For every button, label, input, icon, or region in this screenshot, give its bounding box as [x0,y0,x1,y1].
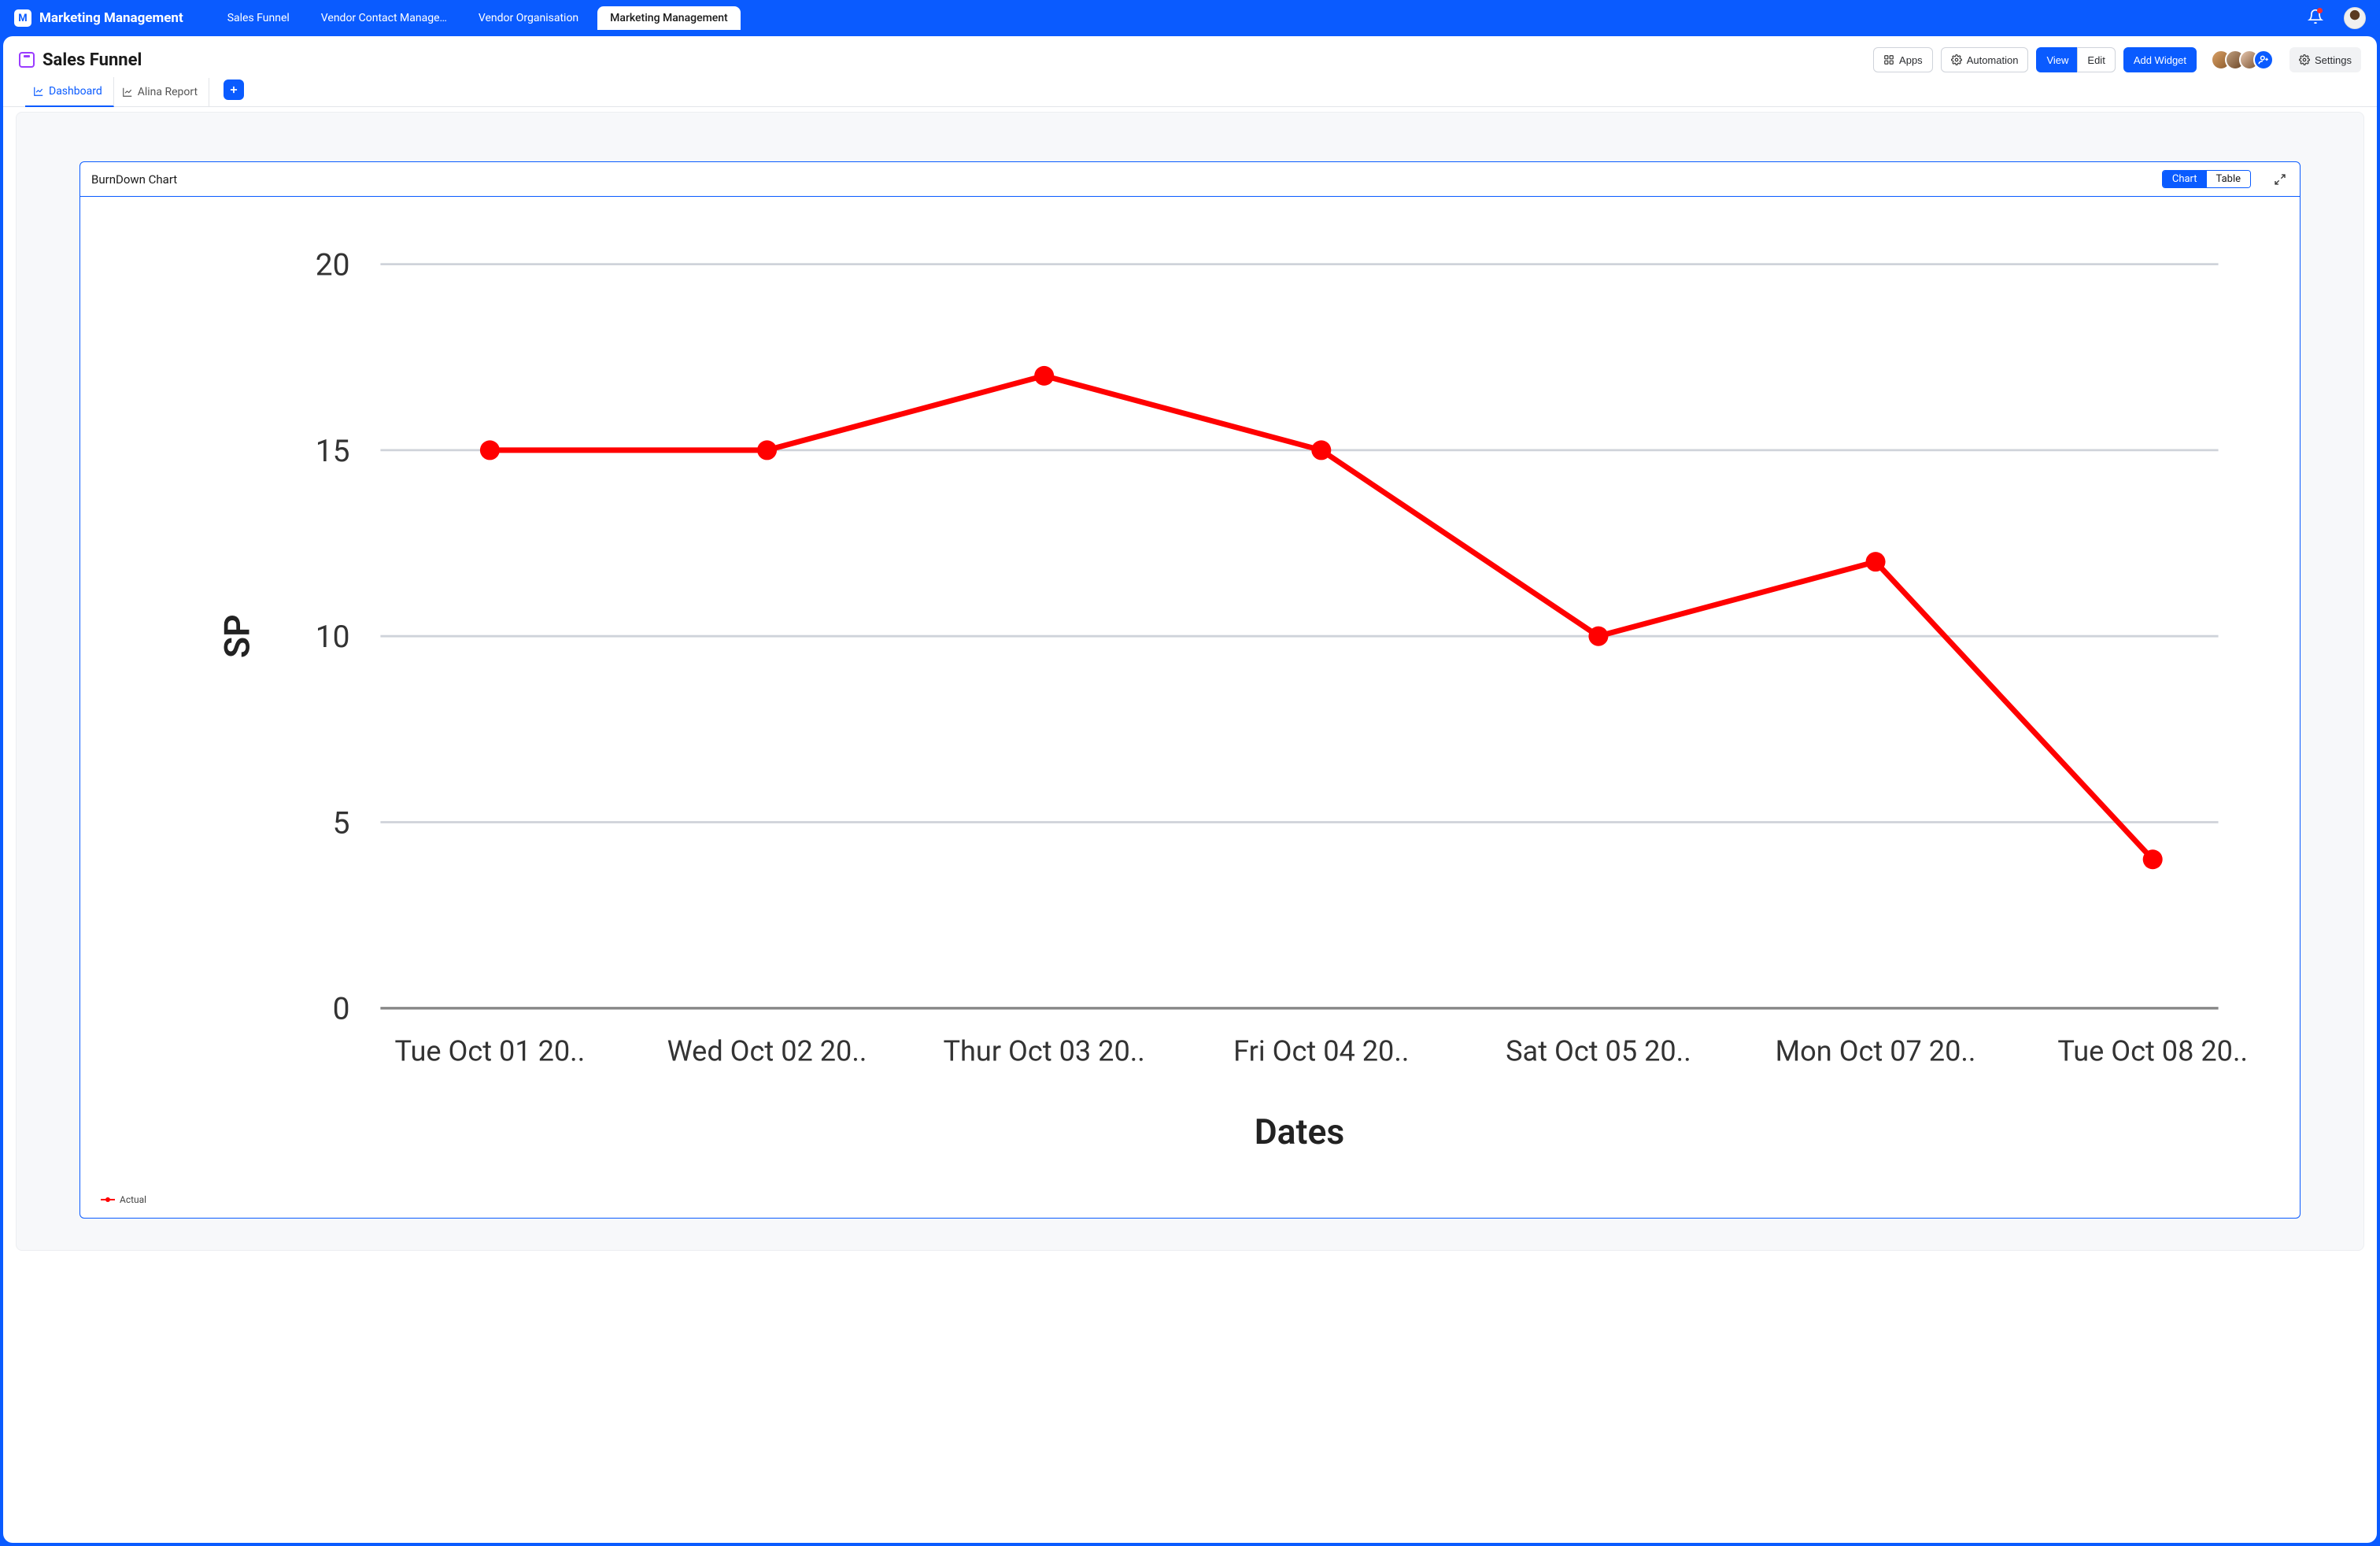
card-title: BurnDown Chart [91,172,177,187]
view-edit-toggle: View Edit [2036,47,2115,72]
svg-text:Mon Oct 07 20..: Mon Oct 07 20.. [1776,1034,1976,1068]
apps-icon [1883,54,1894,65]
workspace-body: BurnDown Chart Chart Table 0 5 10 15 20 Tue O… [16,112,2364,1251]
workspace-header: Sales Funnel Apps Automation View Edit [3,36,2377,72]
svg-text:Wed Oct 02 20..: Wed Oct 02 20.. [667,1034,867,1068]
top-tab-sales-funnel[interactable]: Sales Funnel [215,6,302,30]
burndown-chart: 0 5 10 15 20 Tue Oct 01 20.. Wed Oct 02 20.. Th… [96,220,2284,1183]
page-title: Sales Funnel [42,50,142,70]
svg-text:20: 20 [316,247,350,283]
subtab-dashboard-label: Dashboard [49,85,102,98]
svg-text:0: 0 [333,992,350,1027]
top-tab-vendor-organisation[interactable]: Vendor Organisation [466,6,591,30]
chart-legend: Actual [101,1194,2284,1205]
burndown-card: BurnDown Chart Chart Table 0 5 10 15 20 Tue O… [79,161,2301,1219]
seg-table[interactable]: Table [2207,171,2250,187]
collaborator-avatars[interactable] [2211,50,2274,70]
legend-swatch-actual [101,1196,115,1204]
view-button[interactable]: View [2036,47,2078,72]
chart-icon [122,87,133,98]
add-subtab-button[interactable] [224,80,244,100]
add-widget-button[interactable]: Add Widget [2123,47,2197,72]
svg-text:SP: SP [217,614,258,658]
seg-chart[interactable]: Chart [2163,171,2207,187]
gear-icon [2299,54,2310,65]
legend-label-actual: Actual [120,1194,146,1205]
svg-text:10: 10 [316,620,350,655]
svg-text:Tue Oct 08 20..: Tue Oct 08 20.. [2057,1034,2248,1068]
settings-button[interactable]: Settings [2289,47,2361,72]
expand-icon [2274,173,2286,186]
apps-button[interactable]: Apps [1873,47,1933,72]
svg-text:Dates: Dates [1255,1111,1345,1152]
user-avatar[interactable] [2344,7,2366,29]
automation-button-label: Automation [1967,54,2019,66]
svg-text:Thur Oct 03 20..: Thur Oct 03 20.. [943,1034,1144,1068]
subtab-alina-report-label: Alina Report [138,86,198,98]
app-logo-icon: M [14,9,31,27]
automation-button[interactable]: Automation [1941,47,2029,72]
gear-icon [1951,54,1962,65]
chart-area: 0 5 10 15 20 Tue Oct 01 20.. Wed Oct 02 20.. Th… [80,197,2300,1218]
add-collaborator-button[interactable] [2253,50,2274,70]
svg-text:15: 15 [316,434,350,469]
top-tabs: Sales Funnel Vendor Contact Manage… Vend… [215,6,741,30]
top-tab-vendor-contact[interactable]: Vendor Contact Manage… [309,6,460,30]
subtab-bar: Dashboard Alina Report [3,72,2377,107]
top-tab-marketing-management[interactable]: Marketing Management [597,6,741,30]
card-header: BurnDown Chart Chart Table [80,162,2300,197]
settings-button-label: Settings [2315,54,2352,66]
subtab-alina-report[interactable]: Alina Report [114,78,209,106]
edit-button[interactable]: Edit [2077,47,2115,72]
notification-bell[interactable] [2308,9,2323,28]
expand-card-button[interactable] [2271,171,2289,188]
subtab-dashboard[interactable]: Dashboard [25,77,114,107]
chart-table-toggle: Chart Table [2162,170,2251,188]
plus-icon [228,84,239,95]
svg-text:Tue Oct 01 20..: Tue Oct 01 20.. [395,1034,586,1068]
svg-text:5: 5 [333,805,350,841]
add-user-icon [2258,54,2269,65]
app-title: Marketing Management [39,10,183,26]
notification-dot-icon [2317,8,2323,13]
chart-icon [33,86,44,97]
svg-text:Fri Oct 04 20..: Fri Oct 04 20.. [1233,1034,1409,1068]
apps-button-label: Apps [1899,54,1923,66]
top-nav-bar: M Marketing Management Sales Funnel Vend… [0,0,2380,36]
project-icon [19,52,35,68]
svg-text:Sat Oct 05 20..: Sat Oct 05 20.. [1506,1034,1691,1068]
workspace-panel: Sales Funnel Apps Automation View Edit [3,36,2377,1543]
